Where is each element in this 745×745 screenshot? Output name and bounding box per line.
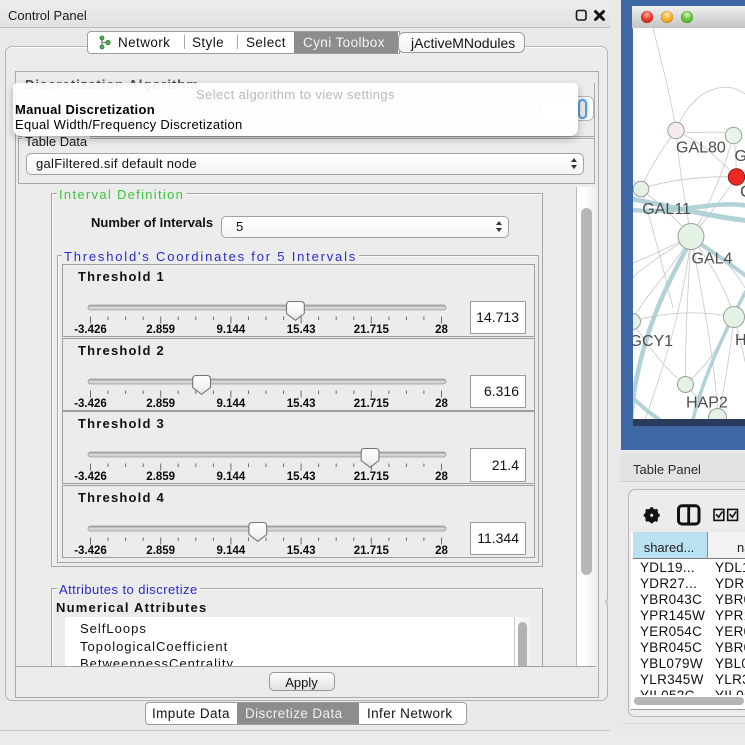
svg-text:HAP2: HAP2: [686, 394, 728, 411]
svg-text:C: C: [740, 182, 745, 201]
svg-text:GCY1: GCY1: [633, 333, 673, 350]
svg-text:H: H: [735, 332, 745, 349]
svg-text:GA: GA: [735, 148, 745, 165]
svg-text:GAL4: GAL4: [692, 250, 733, 267]
svg-text:GAL80: GAL80: [676, 139, 726, 156]
svg-text:GAL11: GAL11: [642, 200, 691, 217]
